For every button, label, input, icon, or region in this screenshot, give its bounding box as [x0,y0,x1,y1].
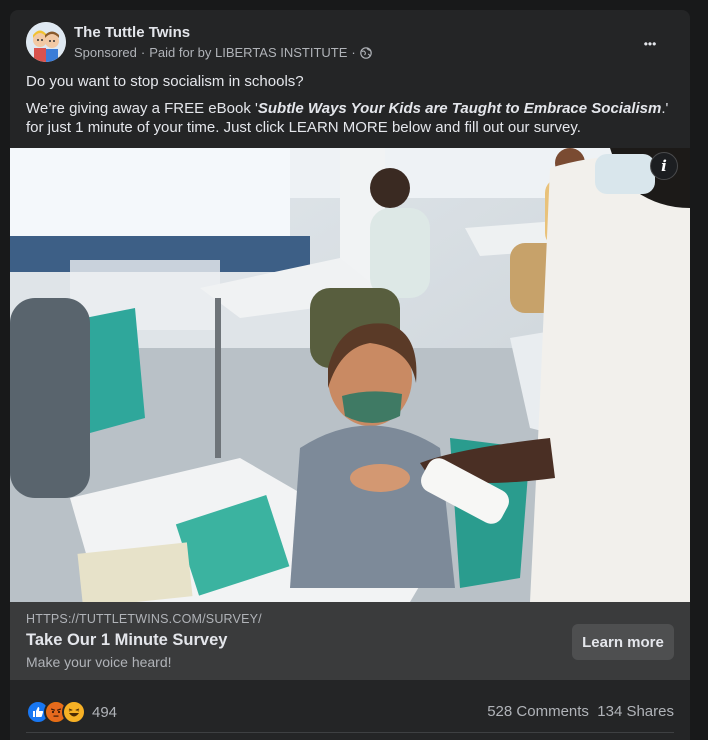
link-title[interactable]: Take Our 1 Minute Survey [26,631,227,650]
meta-separator: · [351,45,356,60]
engagement-stats: 528 Comments 134 Shares [487,703,674,720]
more-options-button[interactable]: ••• [632,26,668,62]
tuttle-twins-avatar-icon [26,22,66,62]
learn-more-button[interactable]: Learn more [572,624,674,660]
reactions-summary[interactable]: 494 [26,700,117,724]
sponsored-post: The Tuttle Twins Sponsored · Paid for by… [10,10,690,740]
engagement-bar: 494 528 Comments 134 Shares [26,690,674,732]
post-text-line2: We’re giving away a FREE eBook 'Subtle W… [26,99,674,137]
ad-info-button[interactable]: i [650,152,678,180]
post-text: Do you want to stop socialism in schools… [26,72,674,137]
footer-divider [26,732,674,733]
post-text-line1: Do you want to stop socialism in schools… [26,73,304,90]
post-meta: Sponsored · Paid for by LIBERTAS INSTITU… [74,45,372,60]
reaction-count[interactable]: 494 [92,704,117,721]
post-text-intro: We’re giving away a FREE eBook ' [26,100,258,117]
classroom-photo [10,148,690,602]
link-preview[interactable]: HTTPS://TUTTLETWINS.COM/SURVEY/ Take Our… [10,602,690,680]
paid-for-by-label[interactable]: Paid for by LIBERTAS INSTITUTE [149,45,347,60]
globe-icon[interactable] [359,46,372,59]
post-header: The Tuttle Twins Sponsored · Paid for by… [26,22,678,64]
link-subtitle: Make your voice heard! [26,654,172,670]
shares-count[interactable]: 134 Shares [597,703,674,720]
comments-count[interactable]: 528 Comments [487,703,589,720]
sponsored-label[interactable]: Sponsored [74,45,137,60]
ad-image[interactable]: i [10,148,690,602]
link-url[interactable]: HTTPS://TUTTLETWINS.COM/SURVEY/ [26,612,262,626]
ebook-title: Subtle Ways Your Kids are Taught to Embr… [257,100,662,117]
page-avatar[interactable] [26,22,66,62]
more-options-icon: ••• [643,37,657,51]
info-icon: i [661,157,667,175]
haha-icon [62,700,86,724]
meta-separator: · [140,45,146,60]
page-name[interactable]: The Tuttle Twins [74,24,190,41]
